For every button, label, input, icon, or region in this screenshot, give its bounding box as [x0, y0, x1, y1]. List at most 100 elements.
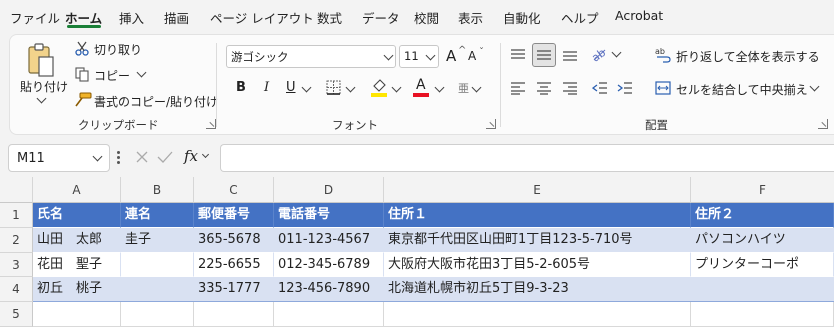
fill-color-icon[interactable] — [370, 77, 388, 97]
column-header-a[interactable]: A — [33, 177, 121, 203]
paste-button[interactable]: 貼り付け — [20, 78, 68, 95]
column-header-b[interactable]: B — [121, 177, 194, 203]
tab-data[interactable]: データ — [362, 8, 400, 27]
underline-button[interactable]: U — [286, 80, 296, 95]
tab-help[interactable]: ヘルプ — [561, 8, 599, 27]
bold-button[interactable]: B — [236, 80, 246, 95]
align-right-icon[interactable] — [560, 79, 580, 97]
cell-b3[interactable] — [121, 253, 194, 277]
orientation-icon[interactable]: ab — [590, 44, 608, 64]
cell-d5[interactable] — [274, 302, 384, 327]
font-color-dropdown-chevron-icon[interactable] — [434, 82, 445, 93]
cell-e5[interactable] — [384, 302, 691, 327]
increase-indent-icon[interactable] — [615, 79, 635, 97]
clipboard-dialog-launcher-icon[interactable] — [206, 119, 216, 129]
column-header-c[interactable]: C — [194, 177, 274, 203]
row-header-2[interactable]: 2 — [0, 228, 33, 253]
column-header-d[interactable]: D — [274, 177, 384, 203]
worksheet-grid[interactable]: A B C D E F 1 2 3 4 5 氏名 連名 郵便番号 電話番号 住所… — [0, 177, 834, 332]
cell-b2[interactable]: 圭子 — [121, 228, 194, 253]
align-center-icon[interactable] — [534, 79, 554, 97]
paste-icon[interactable] — [24, 41, 58, 81]
format-painter-button[interactable]: 書式のコピー/貼り付け — [94, 93, 218, 110]
borders-dropdown-chevron-icon[interactable] — [345, 82, 356, 93]
fx-dropdown-chevron-icon[interactable] — [201, 150, 210, 159]
cell-a3[interactable]: 花田 聖子 — [33, 253, 121, 277]
cell-b5[interactable] — [121, 302, 194, 327]
name-box[interactable]: M11 — [8, 144, 110, 172]
alignment-dialog-launcher-icon[interactable] — [818, 119, 828, 129]
tab-page-layout[interactable]: ページ レイアウト — [210, 8, 314, 27]
cell-c1[interactable]: 郵便番号 — [194, 203, 274, 228]
italic-button[interactable]: I — [264, 80, 269, 95]
cell-a2[interactable]: 山田 太郎 — [33, 228, 121, 253]
align-top-icon[interactable] — [508, 45, 528, 65]
row-header-4[interactable]: 4 — [0, 277, 33, 302]
cell-f5[interactable] — [691, 302, 834, 327]
tab-file[interactable]: ファイル — [10, 8, 60, 27]
font-size-select[interactable]: 11 — [399, 45, 439, 68]
cell-d4[interactable]: 123-456-7890 — [274, 277, 384, 302]
cell-b1[interactable]: 連名 — [121, 203, 194, 228]
cell-b4[interactable] — [121, 277, 194, 302]
merge-dropdown-chevron-icon[interactable] — [809, 81, 820, 92]
row-header-3[interactable]: 3 — [0, 253, 33, 277]
cell-a1[interactable]: 氏名 — [33, 203, 121, 228]
cell-a4[interactable]: 初丘 桃子 — [33, 277, 121, 302]
row-header-1[interactable]: 1 — [0, 203, 33, 228]
row-header-5[interactable]: 5 — [0, 302, 33, 327]
cell-d3[interactable]: 012-345-6789 — [274, 253, 384, 277]
font-name-select[interactable]: 游ゴシック — [226, 45, 396, 68]
tab-insert[interactable]: 挿入 — [119, 8, 144, 27]
phonetic-dropdown-chevron-icon[interactable] — [471, 82, 482, 93]
formula-input[interactable] — [220, 144, 834, 172]
copy-button[interactable]: コピー — [94, 67, 130, 84]
wrap-text-button[interactable]: 折り返して全体を表示する — [676, 48, 820, 65]
increase-font-size-button[interactable]: A — [446, 47, 456, 65]
cell-d1[interactable]: 電話番号 — [274, 203, 384, 228]
cell-c2[interactable]: 365-5678 — [194, 228, 274, 253]
insert-function-button[interactable]: fx — [184, 147, 198, 165]
cancel-icon[interactable] — [133, 148, 151, 166]
cell-e3[interactable]: 大阪府大阪市花田3丁目5-2-605号 — [384, 253, 691, 277]
more-options-icon[interactable] — [117, 151, 120, 165]
underline-dropdown-chevron-icon[interactable] — [301, 82, 312, 93]
cell-f4[interactable] — [691, 277, 834, 302]
paste-dropdown-chevron-icon[interactable] — [36, 93, 47, 104]
copy-dropdown-chevron-icon[interactable] — [136, 67, 147, 78]
column-header-e[interactable]: E — [384, 177, 691, 203]
select-all-corner[interactable] — [0, 177, 33, 203]
column-header-f[interactable]: F — [691, 177, 834, 203]
cell-f1[interactable]: 住所２ — [691, 203, 834, 228]
cell-f2[interactable]: パソコンハイツ — [691, 228, 834, 253]
align-middle-icon[interactable] — [532, 43, 556, 67]
tab-view[interactable]: 表示 — [458, 8, 483, 27]
enter-check-icon[interactable] — [156, 148, 174, 166]
cell-e4[interactable]: 北海道札幌市初丘5丁目9-3-23 — [384, 277, 691, 302]
tab-acrobat[interactable]: Acrobat — [615, 8, 663, 23]
cell-c5[interactable] — [194, 302, 274, 327]
cell-d2[interactable]: 011-123-4567 — [274, 228, 384, 253]
font-color-icon[interactable]: A — [412, 77, 430, 97]
cell-c3[interactable]: 225-6655 — [194, 253, 274, 277]
tab-draw[interactable]: 描画 — [164, 8, 189, 27]
merge-center-button[interactable]: セルを結合して中央揃え — [676, 81, 808, 98]
font-dialog-launcher-icon[interactable] — [486, 119, 496, 129]
chevron-down-icon[interactable] — [92, 151, 103, 162]
cell-e1[interactable]: 住所１ — [384, 203, 691, 228]
fill-color-dropdown-chevron-icon[interactable] — [391, 82, 402, 93]
cell-e2[interactable]: 東京都千代田区山田町1丁目123-5-710号 — [384, 228, 691, 253]
borders-icon[interactable] — [325, 79, 341, 95]
cell-f3[interactable]: プリンターコーポ — [691, 253, 834, 277]
align-bottom-icon[interactable] — [560, 45, 580, 65]
align-left-icon[interactable] — [508, 79, 528, 97]
orientation-dropdown-chevron-icon[interactable] — [611, 47, 622, 58]
tab-formulas[interactable]: 数式 — [317, 8, 342, 27]
decrease-font-size-button[interactable]: A — [468, 49, 476, 63]
decrease-indent-icon[interactable] — [590, 79, 610, 97]
cut-button[interactable]: 切り取り — [94, 41, 142, 58]
cell-c4[interactable]: 335-1777 — [194, 277, 274, 302]
cell-a5[interactable] — [33, 302, 121, 327]
tab-automate[interactable]: 自動化 — [503, 8, 541, 27]
phonetic-guide-button[interactable]: 亜 — [458, 80, 469, 96]
